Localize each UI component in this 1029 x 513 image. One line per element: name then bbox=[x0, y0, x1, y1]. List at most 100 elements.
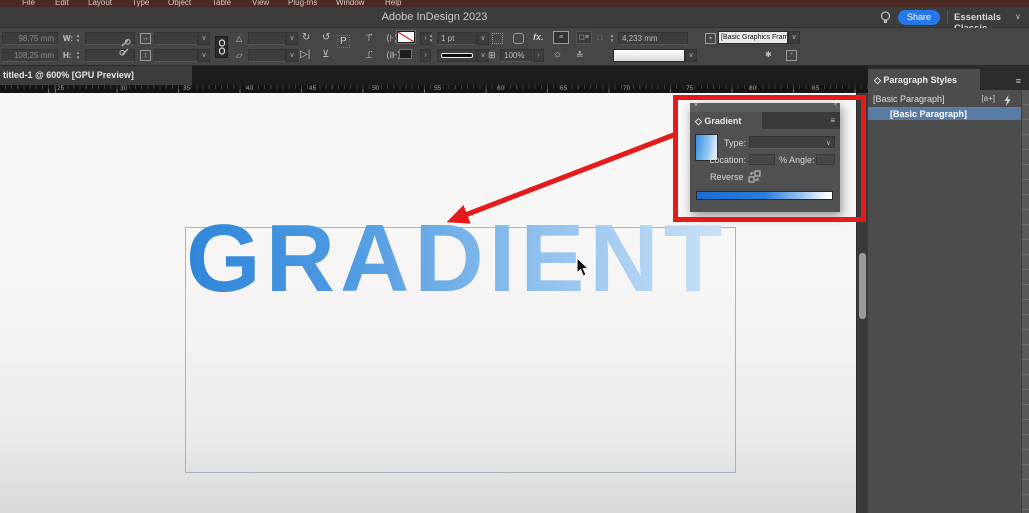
opacity-grid-icon: ⊞ bbox=[488, 50, 496, 60]
header-divider bbox=[947, 11, 948, 24]
ruler-tick: 60 bbox=[497, 85, 505, 92]
rotation-angle-icon: △ bbox=[236, 34, 243, 43]
menu-view[interactable]: View bbox=[252, 0, 269, 7]
opacity-field[interactable]: 100% bbox=[500, 49, 532, 62]
menu-help[interactable]: Help bbox=[385, 0, 401, 7]
document-tab-bar: titled-1 @ 600% [GPU Preview] bbox=[0, 66, 868, 85]
menu-layout[interactable]: Layout bbox=[88, 0, 112, 7]
ruler-tick: 50 bbox=[372, 85, 380, 92]
horizontal-ruler: 25 30 35 40 45 50 55 60 65 70 75 80 85 bbox=[0, 85, 868, 93]
paragraph-styles-tabbar: ◇ Paragraph Styles ≡ bbox=[868, 66, 1029, 90]
menu-plugins[interactable]: Plug-Ins bbox=[288, 0, 317, 7]
swatch-preview-field[interactable] bbox=[613, 49, 685, 62]
applied-style-row[interactable]: [Basic Paragraph] [a+] bbox=[868, 91, 1021, 106]
reference-point-proxy[interactable]: P bbox=[337, 35, 350, 48]
ruler-tick: 35 bbox=[183, 85, 191, 92]
control-bar: 98,75 mm 108,25 mm W: H: ▲ ▼ ▲ ▼ ↔ ↕ ∨ ∨ △… bbox=[0, 28, 1029, 66]
object-style-dropdown[interactable]: ∨ bbox=[788, 31, 800, 44]
scale-y-icon: ↕ bbox=[140, 50, 151, 61]
align-stroke-icon[interactable]: ≛ bbox=[576, 49, 584, 62]
scale-x-field[interactable] bbox=[154, 32, 198, 45]
drop-shadow-icon[interactable]: ☼ bbox=[553, 49, 562, 62]
menu-edit[interactable]: Edit bbox=[55, 0, 69, 7]
distribute-icon-1[interactable]: ⊥̈ bbox=[365, 49, 373, 62]
shear-dropdown[interactable]: ∨ bbox=[286, 49, 298, 62]
corner-options-icon[interactable] bbox=[492, 33, 503, 44]
rotation-angle-field[interactable] bbox=[248, 32, 286, 45]
effects-fx-icon[interactable]: fx. bbox=[533, 32, 544, 45]
link-scale-icon[interactable] bbox=[215, 36, 228, 58]
align-icon-1[interactable]: ⊤̈ bbox=[365, 32, 373, 45]
wrap-offset-stepper[interactable]: ▲ ▼ bbox=[608, 33, 616, 46]
style-list-item-selected[interactable]: [Basic Paragraph] bbox=[868, 107, 1021, 120]
clear-overrides-icon[interactable]: ⁺ bbox=[786, 50, 797, 61]
flip-horizontal-icon[interactable]: ▷| bbox=[300, 49, 310, 62]
ruler-tick: 65 bbox=[560, 85, 568, 92]
width-label: W: bbox=[63, 34, 74, 43]
scale-y-field[interactable] bbox=[154, 49, 198, 62]
panel-menu-icon[interactable]: ≡ bbox=[1016, 76, 1021, 86]
flip-vertical-icon[interactable]: ⊻ bbox=[322, 49, 329, 62]
stroke-color-swatch-none[interactable] bbox=[396, 30, 416, 44]
share-button[interactable]: Share bbox=[898, 10, 940, 25]
swatch-preview-chevron[interactable]: ∨ bbox=[685, 49, 697, 62]
scale-y-dropdown[interactable]: ∨ bbox=[198, 49, 210, 62]
align-icon-2[interactable]: ⟨⊦⟩ bbox=[386, 32, 398, 45]
stroke-weight-field[interactable]: 1 pt bbox=[437, 32, 477, 45]
tab-paragraph-styles[interactable]: ◇ Paragraph Styles bbox=[868, 69, 980, 90]
live-corner-handles-icon: ∷ bbox=[597, 33, 603, 43]
mac-menubar: File Edit Layout Type Object Table View … bbox=[0, 0, 1029, 7]
ruler-tick: 80 bbox=[749, 85, 757, 92]
app-header: Adobe InDesign 2023 Share Essentials Cla… bbox=[0, 7, 1029, 34]
text-wrap-around-icon[interactable]: ◻≡ bbox=[576, 31, 592, 44]
collapsed-dock-strip[interactable] bbox=[1021, 90, 1029, 513]
menu-type[interactable]: Type bbox=[132, 0, 149, 7]
object-style-field[interactable]: [Basic Graphics Frame] bbox=[718, 31, 788, 44]
opacity-menu[interactable]: › bbox=[533, 49, 544, 62]
menu-object[interactable]: Object bbox=[168, 0, 191, 7]
ruler-tick: 70 bbox=[623, 85, 631, 92]
scale-x-dropdown[interactable]: ∨ bbox=[198, 32, 210, 45]
menu-window[interactable]: Window bbox=[336, 0, 364, 7]
wrap-offset-field[interactable]: 4,233 mm bbox=[618, 32, 688, 45]
applied-style-name: [Basic Paragraph] bbox=[873, 94, 945, 104]
scrollbar-thumb[interactable] bbox=[859, 253, 866, 319]
document-tab[interactable]: titled-1 @ 600% [GPU Preview] bbox=[0, 66, 192, 85]
document-tab-label: titled-1 @ 600% [GPU Preview] bbox=[3, 70, 134, 80]
style-name: [Basic Paragraph] bbox=[890, 109, 968, 119]
app-title: Adobe InDesign 2023 bbox=[381, 11, 488, 23]
menu-table[interactable]: Table bbox=[212, 0, 231, 7]
chevron-down-icon[interactable]: ∨ bbox=[1015, 12, 1021, 21]
y-position-field[interactable]: 108,25 mm bbox=[2, 49, 58, 62]
height-label: H: bbox=[63, 51, 72, 60]
ruler-tick: 45 bbox=[309, 85, 317, 92]
ruler-tick: 85 bbox=[812, 85, 820, 92]
ruler-tick: 75 bbox=[686, 85, 694, 92]
rotation-dropdown[interactable]: ∨ bbox=[286, 32, 298, 45]
fill-color-swatch[interactable] bbox=[399, 49, 412, 59]
annotation-highlight-rectangle bbox=[673, 95, 866, 222]
stroke-weight-stepper[interactable]: ▲ ▼ bbox=[427, 33, 435, 46]
corner-radius-icon[interactable] bbox=[513, 33, 524, 44]
right-dock: ◇ Paragraph Styles ≡ [Basic Paragraph] [… bbox=[868, 66, 1029, 513]
stroke-weight-dropdown[interactable]: ∨ bbox=[477, 32, 489, 45]
style-override-icon[interactable]: [a+] bbox=[981, 94, 995, 103]
object-style-icon: ▪ bbox=[705, 33, 716, 44]
ruler-tick: 30 bbox=[120, 85, 128, 92]
shear-angle-field[interactable] bbox=[248, 49, 286, 62]
ruler-tick: 55 bbox=[434, 85, 442, 92]
text-wrap-none-icon[interactable]: ≡ bbox=[553, 31, 569, 44]
rotate-ccw-icon[interactable]: ↺ bbox=[322, 32, 330, 45]
height-stepper[interactable]: ▲ ▼ bbox=[74, 50, 82, 63]
shear-angle-icon: ▱ bbox=[236, 51, 243, 60]
constrain-proportions-icon[interactable] bbox=[119, 39, 131, 56]
gradient-headline-text: GRADIENT bbox=[186, 205, 728, 312]
mouse-cursor bbox=[576, 257, 590, 277]
fill-swatch-menu[interactable]: › bbox=[420, 49, 431, 62]
stroke-style-dropdown[interactable] bbox=[437, 49, 477, 62]
x-position-field[interactable]: 98,75 mm bbox=[2, 32, 58, 45]
style-options-icon[interactable]: ✱ bbox=[765, 49, 772, 62]
width-stepper[interactable]: ▲ ▼ bbox=[74, 33, 82, 46]
rotate-cw-icon[interactable]: ↻ bbox=[302, 32, 310, 45]
menu-file[interactable]: File bbox=[22, 0, 35, 7]
